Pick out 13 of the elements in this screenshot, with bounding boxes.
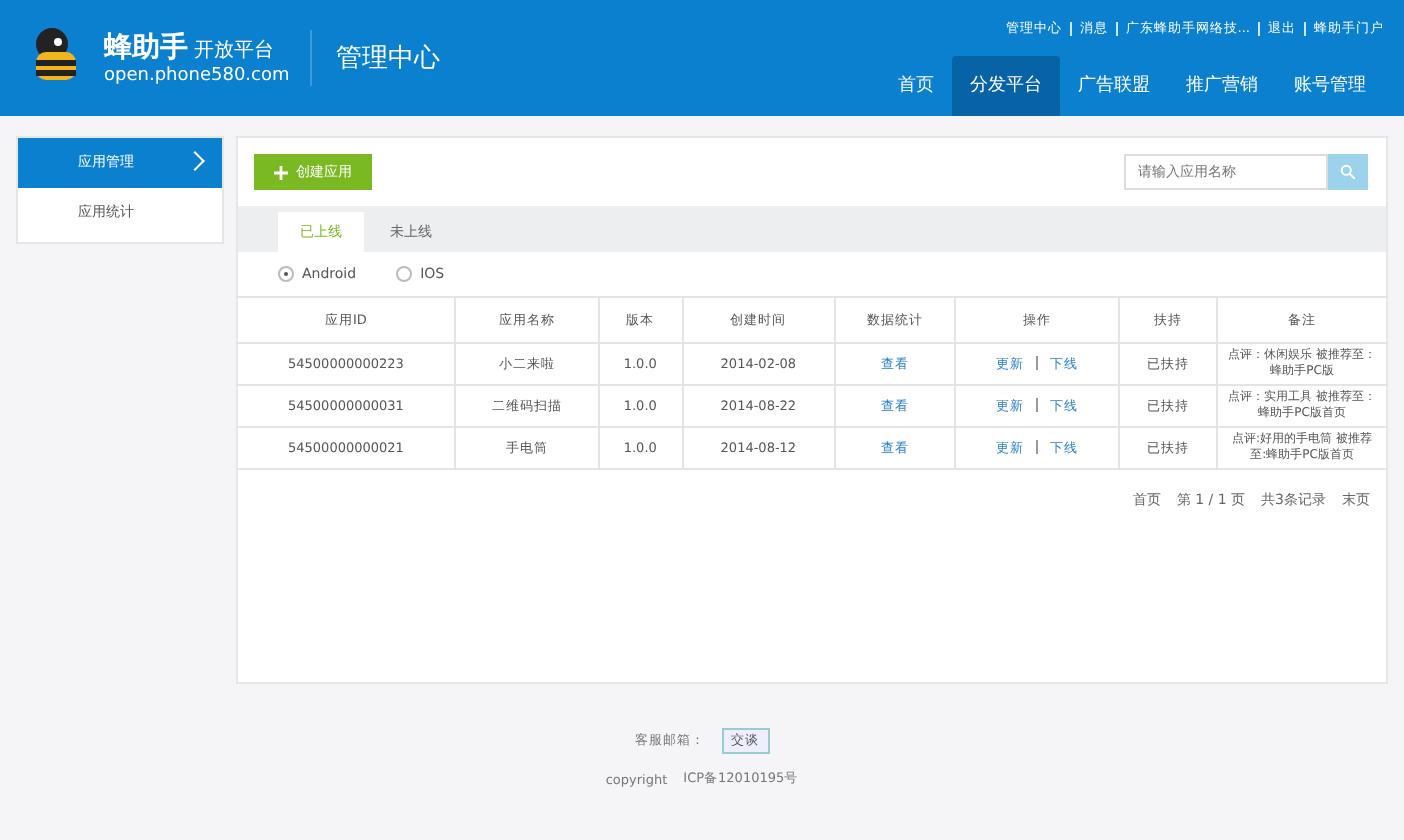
plus-icon bbox=[274, 165, 288, 179]
brand-domain: open.phone580.com bbox=[104, 66, 290, 86]
nav-tab[interactable]: 广告联盟 bbox=[1060, 56, 1168, 116]
section-title: 管理中心 bbox=[333, 42, 440, 76]
radio-button[interactable] bbox=[278, 266, 294, 282]
nav-tab[interactable]: 首页 bbox=[880, 56, 952, 116]
brand-name: 蜂助手 bbox=[104, 30, 188, 66]
brand-subtitle: 开放平台 bbox=[194, 37, 274, 64]
radio-button[interactable] bbox=[396, 266, 413, 282]
nav-tab[interactable]: 推广营销 bbox=[1168, 56, 1276, 116]
nav-tab[interactable]: 分发平台 bbox=[952, 56, 1060, 116]
search-button[interactable] bbox=[1328, 154, 1368, 190]
nav-tab[interactable]: 账号管理 bbox=[1276, 56, 1384, 116]
